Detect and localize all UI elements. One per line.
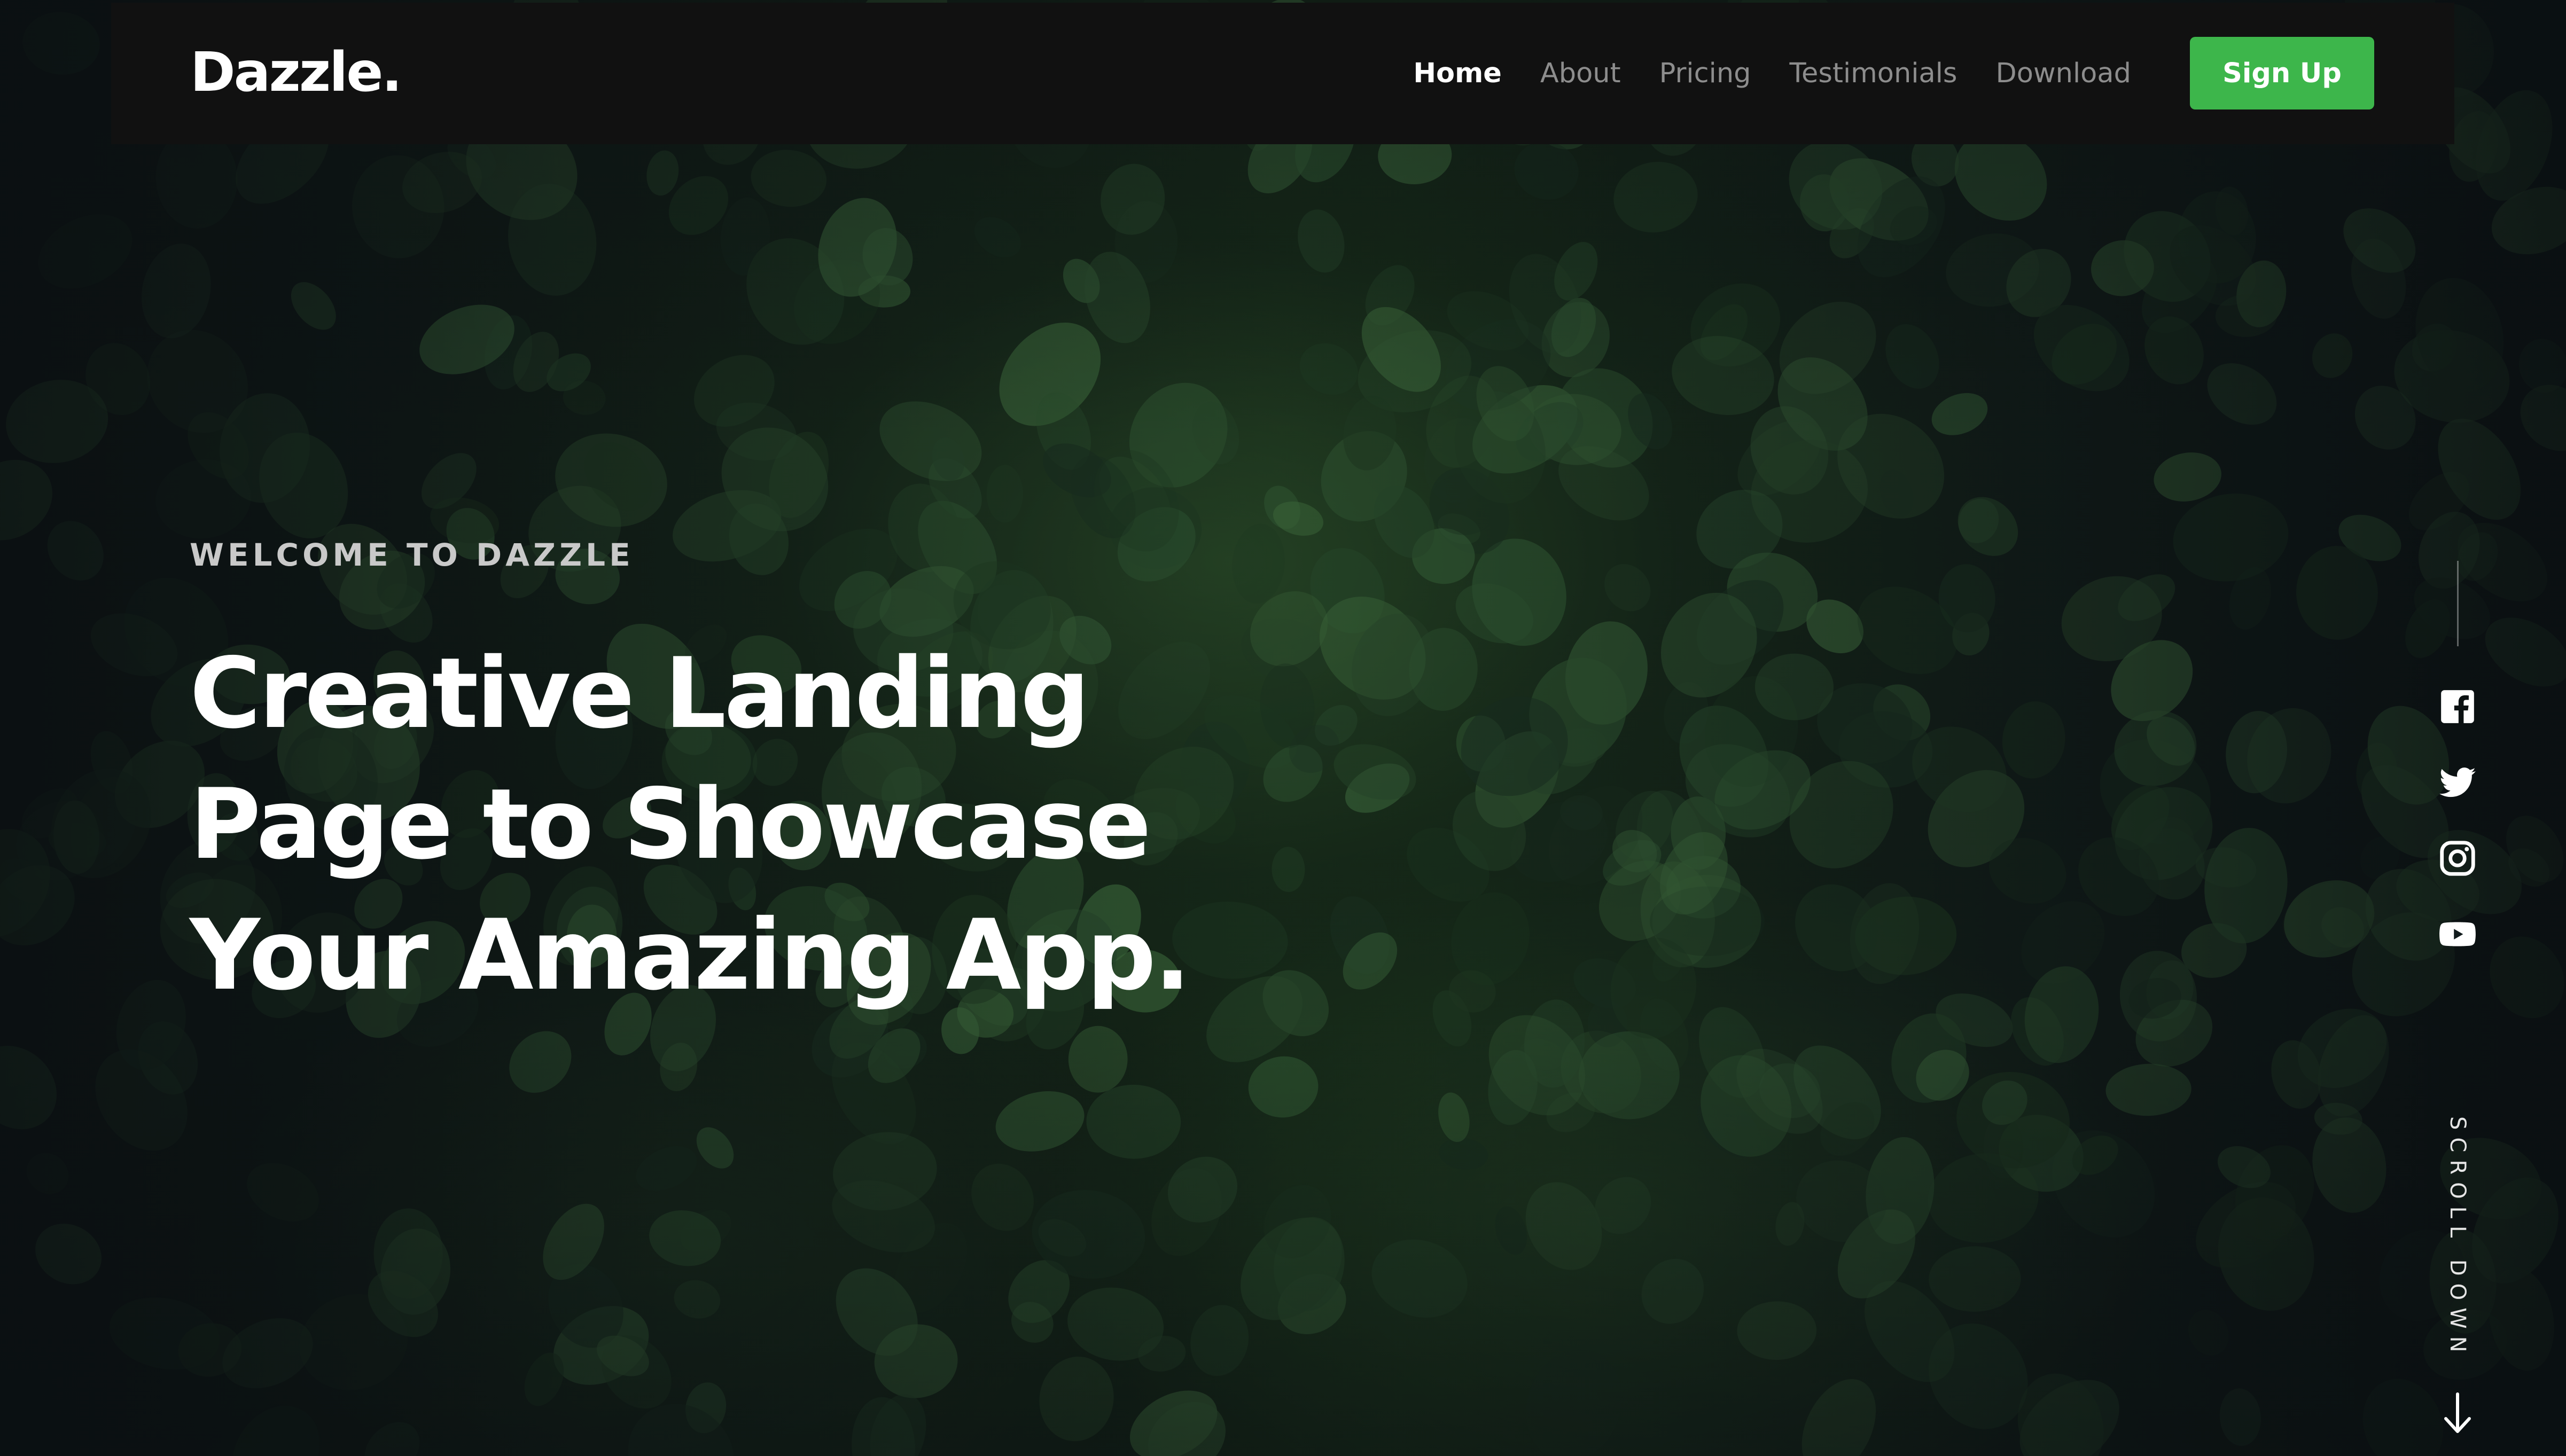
landing-page: Dazzle. Home About Pricing Testimonials …: [0, 0, 2566, 1456]
nav-link-home[interactable]: Home: [1413, 58, 1501, 89]
instagram-icon[interactable]: [2437, 838, 2478, 879]
rail-divider: [2456, 561, 2459, 646]
headline-line: Your Amazing App.: [190, 898, 1191, 1012]
scroll-down-indicator[interactable]: SCROLL DOWN: [2437, 1116, 2478, 1435]
sign-up-button[interactable]: Sign Up: [2190, 37, 2374, 109]
facebook-icon[interactable]: [2437, 686, 2478, 727]
arrow-down-icon: [2443, 1392, 2473, 1435]
twitter-icon[interactable]: [2437, 762, 2478, 803]
headline-line: Creative Landing: [190, 637, 1090, 750]
nav-link-testimonials[interactable]: Testimonials: [1790, 58, 1957, 89]
youtube-icon[interactable]: [2437, 914, 2478, 954]
hero-section: WELCOME TO DAZZLE Creative Landing Page …: [190, 539, 1418, 1021]
headline-line: Page to Showcase: [190, 768, 1151, 881]
hero-headline: Creative Landing Page to Showcase Your A…: [190, 628, 1418, 1021]
brand-logo[interactable]: Dazzle.: [190, 45, 402, 100]
hero-eyebrow: WELCOME TO DAZZLE: [190, 537, 634, 573]
nav-link-download[interactable]: Download: [1995, 58, 2131, 89]
nav-link-about[interactable]: About: [1540, 58, 1621, 89]
nav-link-pricing[interactable]: Pricing: [1659, 58, 1751, 89]
social-rail: [2437, 561, 2478, 990]
main-nav: Home About Pricing Testimonials Download…: [1413, 37, 2374, 109]
navbar: Dazzle. Home About Pricing Testimonials …: [111, 3, 2454, 144]
scroll-down-label: SCROLL DOWN: [2445, 1116, 2470, 1360]
